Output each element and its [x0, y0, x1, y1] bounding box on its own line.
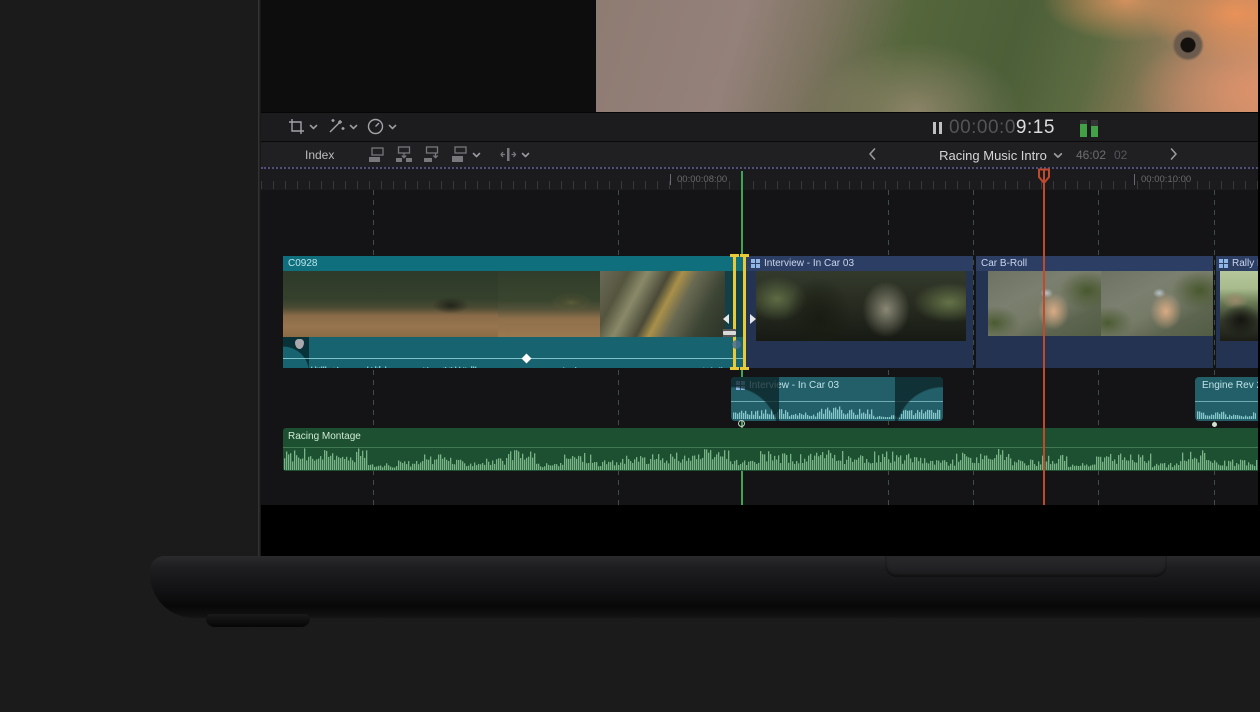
timeline-header: Index	[261, 141, 1258, 167]
pause-icon	[933, 122, 942, 134]
volume-line[interactable]	[283, 358, 743, 359]
timecode-bright: 9:15	[1016, 117, 1055, 139]
laptop-lid-notch	[885, 556, 1167, 577]
multicam-icon	[751, 259, 760, 268]
volume-line[interactable]	[1195, 401, 1258, 402]
chevron-down-icon	[1053, 152, 1063, 159]
overwrite-edit-button[interactable]	[451, 146, 481, 163]
previous-project-button[interactable]	[867, 147, 877, 161]
clip-title: Car B-Roll	[981, 258, 1027, 269]
clip-title: Rally Ra	[1232, 258, 1258, 269]
clip-title: C0928	[288, 258, 317, 269]
playhead-line[interactable]	[1043, 169, 1045, 505]
video-clip-interview-in-car-03[interactable]: Interview - In Car 03	[746, 256, 973, 368]
crop-tool-icon	[288, 118, 305, 135]
timecode-display: 00:00:09:15	[933, 116, 1055, 140]
ruler-ticks	[261, 181, 1258, 189]
chevron-down-icon[interactable]	[388, 124, 397, 130]
video-clip-car-b-roll[interactable]: Car B-Roll	[976, 256, 1213, 368]
connect-edit-icon	[368, 146, 386, 163]
trim-handle-right[interactable]	[743, 254, 746, 370]
trim-tool-icon	[498, 146, 518, 163]
audio-meters[interactable]	[1080, 120, 1098, 137]
final-cut-pro-window: 00:00:09:15 Index	[261, 0, 1258, 505]
thumbnail-forest-road	[283, 271, 498, 337]
video-clip-rally-ra[interactable]: Rally Ra	[1216, 256, 1258, 368]
trim-tool-button[interactable]	[498, 146, 530, 163]
overwrite-edit-icon	[451, 146, 469, 163]
multicam-icon	[736, 381, 745, 390]
filmstrip-trim-icon	[723, 329, 736, 337]
clip-title: Racing Montage	[288, 431, 361, 442]
thumbnail-aerial-drift	[1101, 271, 1214, 336]
crop-tool-button[interactable]	[288, 118, 318, 135]
insert-edit-button[interactable]	[395, 146, 413, 163]
project-duration: 46:02	[1076, 142, 1106, 168]
ruler-label-10s: 00:00:10:00	[1134, 174, 1191, 185]
timecode-dim: 00:00:0	[949, 117, 1016, 139]
thumbnail-car-closeup	[600, 271, 725, 337]
enhance-tool-button[interactable]	[327, 118, 358, 135]
clip-filmstrip	[988, 271, 1213, 336]
music-clip-racing-montage[interactable]: Racing Montage	[283, 428, 1258, 471]
project-duration-partial: 02	[1114, 142, 1127, 168]
timeline-body[interactable]: Racing Montage Interview - In Car 03	[261, 190, 1258, 505]
trim-audio-dot	[732, 340, 741, 349]
multicam-icon	[1219, 259, 1228, 268]
thumbnail-steering-wheel	[1220, 271, 1258, 341]
trim-arrow-left-icon	[723, 314, 729, 324]
retime-gauge-icon	[367, 118, 384, 135]
trim-arrow-right-icon	[750, 314, 756, 324]
clip-connection-dot	[1212, 422, 1217, 427]
audio-clip-interview-in-car-03[interactable]: Interview - In Car 03	[731, 377, 943, 421]
index-button[interactable]: Index	[291, 142, 348, 168]
thumbnail-rally-car	[498, 271, 600, 337]
timeline-ruler[interactable]: 00:00:08:00 00:00:10:00	[261, 167, 1258, 190]
laptop-rubber-foot	[206, 614, 310, 627]
thumbnail-car-interior	[756, 271, 966, 341]
macbook-scene: 00:00:09:15 Index	[0, 0, 1260, 712]
project-title-menu[interactable]: Racing Music Intro	[921, 142, 1081, 168]
fade-handle[interactable]	[738, 420, 745, 427]
clip-title: Interview - In Car 03	[764, 258, 854, 269]
insert-edit-icon	[395, 146, 413, 163]
chevron-down-icon[interactable]	[472, 152, 481, 158]
ruler-label-8s: 00:00:08:00	[670, 174, 727, 185]
clip-title: Engine Rev 2	[1202, 380, 1258, 391]
video-clip-c0928[interactable]: C0928	[283, 256, 743, 368]
enhance-wand-icon	[327, 118, 345, 135]
audio-meter-left	[1080, 120, 1087, 137]
trim-handle-left[interactable]	[733, 254, 736, 370]
next-project-button[interactable]	[1169, 147, 1179, 161]
index-button-label: Index	[305, 148, 334, 162]
toolbar: 00:00:09:15	[261, 112, 1258, 141]
viewer-panel	[261, 0, 1258, 112]
chevron-down-icon[interactable]	[521, 152, 530, 158]
audio-clip-engine-rev-2[interactable]: Engine Rev 2	[1195, 377, 1258, 421]
playhead-top-marker[interactable]	[1037, 168, 1051, 186]
append-edit-icon	[423, 146, 441, 163]
chevron-down-icon[interactable]	[309, 124, 318, 130]
audio-waveform	[283, 360, 743, 367]
clip-audio-section[interactable]	[283, 337, 743, 368]
clip-filmstrip	[283, 271, 743, 337]
connect-edit-button[interactable]	[368, 146, 386, 163]
audio-waveform	[284, 448, 1258, 470]
viewer-video-frame[interactable]	[596, 0, 1258, 112]
audio-waveform	[733, 406, 941, 419]
project-name: Racing Music Intro	[939, 148, 1047, 163]
audio-meter-right	[1091, 120, 1098, 137]
chevron-down-icon[interactable]	[349, 124, 358, 130]
volume-line[interactable]	[731, 401, 943, 402]
laptop-base	[150, 556, 1260, 618]
retime-tool-button[interactable]	[367, 118, 397, 135]
append-edit-button[interactable]	[423, 146, 441, 163]
audio-waveform	[1197, 406, 1256, 419]
clip-title: Interview - In Car 03	[749, 380, 839, 391]
macbook-screen: 00:00:09:15 Index	[258, 0, 1260, 556]
